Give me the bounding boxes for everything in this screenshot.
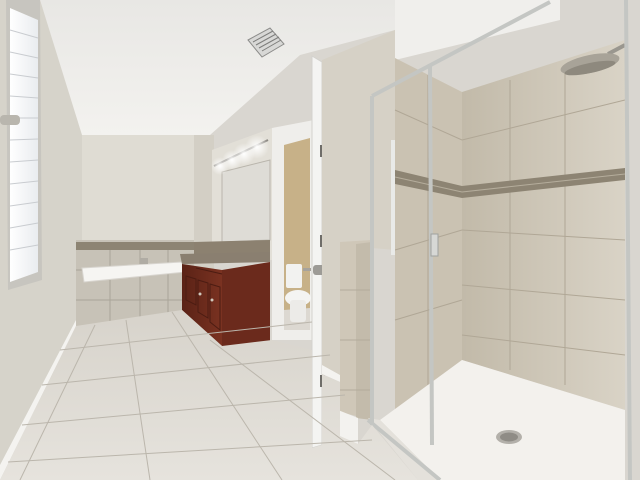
window: [6, 0, 42, 290]
shower-door-handle: [391, 140, 395, 255]
back-wall: [82, 135, 212, 245]
towel-bar-icon: [0, 115, 20, 125]
shower-side-wall: [462, 40, 625, 410]
mirror: [221, 159, 271, 243]
shower-drain-icon: [496, 430, 522, 444]
shower-door-hinge: [430, 233, 439, 257]
shower-knee-wall: [338, 240, 372, 444]
bathroom-scene: [0, 0, 632, 480]
